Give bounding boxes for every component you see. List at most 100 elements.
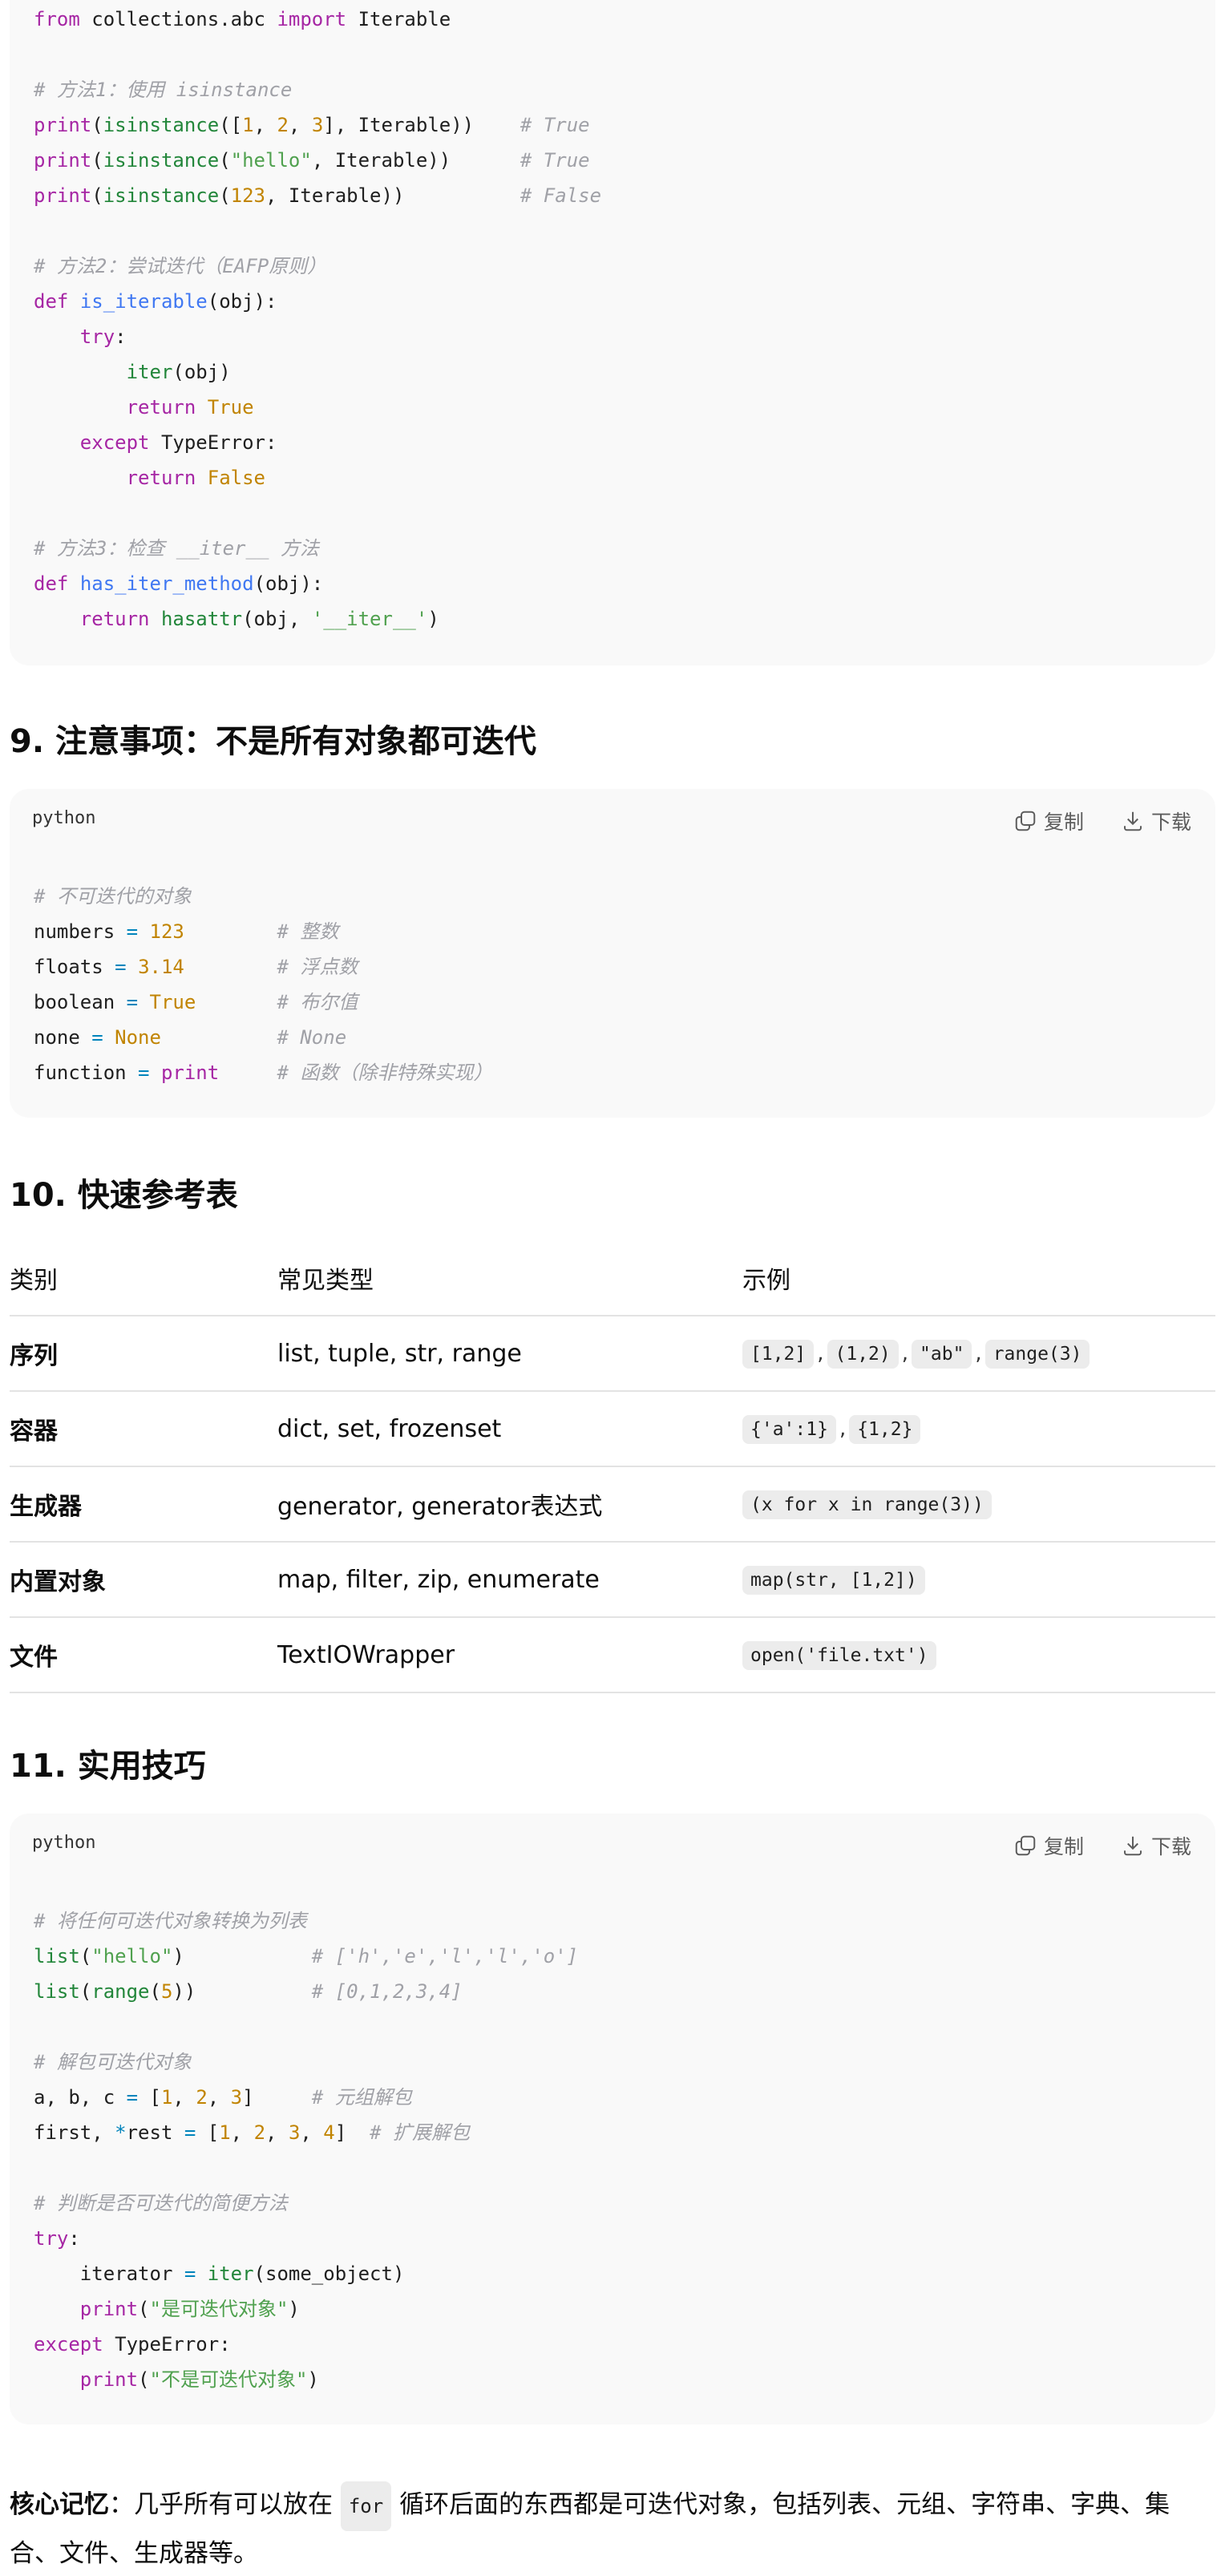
row-category: 文件 bbox=[10, 1617, 277, 1693]
tok: ( bbox=[91, 184, 103, 207]
tok: [ bbox=[138, 2086, 161, 2109]
comment: # 不可迭代的对象 bbox=[34, 885, 192, 908]
const: True bbox=[207, 396, 254, 419]
tok: ( bbox=[138, 2368, 150, 2391]
comment: # 布尔值 bbox=[277, 991, 358, 1013]
num: 3 bbox=[288, 2121, 301, 2144]
comment: # 将任何可迭代对象转换为列表 bbox=[34, 1910, 307, 1932]
row-example: [1,2], (1,2), "ab", range(3) bbox=[742, 1316, 1215, 1392]
tok bbox=[161, 1026, 277, 1049]
op: * bbox=[115, 2121, 127, 2144]
row-category: 容器 bbox=[10, 1391, 277, 1467]
kw: import bbox=[277, 8, 347, 30]
const: True bbox=[149, 991, 196, 1013]
inline-code: [1,2] bbox=[742, 1340, 815, 1369]
tok bbox=[196, 396, 207, 419]
inline-code: range(3) bbox=[984, 1340, 1090, 1369]
code-line: print(isinstance([1, 2, 3], Iterable)) #… bbox=[34, 107, 601, 143]
builtin: isinstance bbox=[103, 149, 220, 172]
comment: # 方法2：尝试迭代（EAFP原则） bbox=[34, 255, 327, 277]
download-icon bbox=[1124, 1836, 1142, 1856]
copy-button[interactable]: 复制 bbox=[1013, 1831, 1084, 1860]
column-header-types: 常见类型 bbox=[277, 1241, 742, 1316]
comment: # None bbox=[277, 1026, 347, 1049]
row-category: 序列 bbox=[10, 1316, 277, 1392]
tok bbox=[150, 608, 161, 630]
tok: ( bbox=[219, 149, 231, 172]
code-line: # 方法1：使用 isinstance bbox=[34, 72, 601, 107]
tok: , Iterable)) bbox=[265, 184, 520, 207]
download-button[interactable]: 下载 bbox=[1121, 807, 1191, 835]
builtin: hasattr bbox=[160, 608, 243, 630]
inline-code: (x for x in range(3)) bbox=[742, 1490, 992, 1519]
column-header-example: 示例 bbox=[742, 1241, 1215, 1316]
column-header-category: 类别 bbox=[10, 1241, 277, 1316]
kw: try bbox=[34, 2227, 69, 2250]
code-line: return False bbox=[34, 460, 601, 495]
builtin: iter bbox=[207, 2263, 254, 2285]
code-line: def is_iterable(obj): bbox=[34, 284, 601, 319]
num: 1 bbox=[219, 2121, 231, 2144]
table-row: 序列 list, tuple, str, range [1,2], (1,2), "… bbox=[10, 1316, 1215, 1392]
row-category: 内置对象 bbox=[10, 1542, 277, 1618]
code-line: numbers = 123 # 整数 bbox=[34, 914, 492, 949]
op: = bbox=[91, 1026, 103, 1049]
builtin: isinstance bbox=[103, 184, 220, 207]
kw: def bbox=[34, 290, 69, 313]
num: 2 bbox=[196, 2086, 208, 2109]
comment: # 方法3：检查 __iter__ 方法 bbox=[34, 537, 319, 560]
kw: print bbox=[34, 114, 92, 136]
tok: , bbox=[253, 114, 277, 136]
code-line: from collections.abc import Iterable bbox=[34, 2, 601, 37]
code-line: def has_iter_method(obj): bbox=[34, 566, 601, 601]
tok bbox=[196, 2263, 207, 2285]
code-line: return True bbox=[34, 390, 601, 425]
tok: ( bbox=[91, 114, 103, 136]
code-line: # 判断是否可迭代的简便方法 bbox=[34, 2186, 578, 2221]
tok: ) bbox=[288, 2298, 300, 2320]
tok: , bbox=[300, 2121, 324, 2144]
tok: ) bbox=[427, 608, 439, 630]
tok: ( bbox=[219, 184, 231, 207]
code-line: print("是可迭代对象") bbox=[34, 2291, 578, 2327]
code-line: # 解包可迭代对象 bbox=[34, 2044, 578, 2080]
tok bbox=[138, 920, 149, 943]
copy-icon bbox=[1015, 811, 1036, 831]
separator: , bbox=[975, 1341, 982, 1365]
core-memory-label: 核心记忆 bbox=[10, 2490, 109, 2519]
table-row: 文件 TextIOWrapper open('file.txt') bbox=[10, 1617, 1215, 1693]
const: False bbox=[207, 467, 265, 489]
code-block-tips: python 复制 下载 # 将任何可迭代对象转换为列表 list("hello"… bbox=[10, 1814, 1215, 2424]
heading-11: 11. 实用技巧 bbox=[10, 1748, 206, 1785]
tok: ) bbox=[172, 1945, 312, 1967]
code-line: # 方法3：检查 __iter__ 方法 bbox=[34, 531, 601, 566]
builtin: print bbox=[160, 1062, 220, 1084]
comment: # 扩展解包 bbox=[370, 2121, 471, 2144]
str: "hello" bbox=[230, 149, 312, 172]
code-line: try: bbox=[34, 2221, 578, 2256]
row-category: 生成器 bbox=[10, 1466, 277, 1543]
tok: iterator bbox=[34, 2263, 184, 2285]
code-content: # 将任何可迭代对象转换为列表 list("hello") # ['h','e',… bbox=[34, 1903, 578, 2397]
str: "不是可迭代对象" bbox=[149, 2368, 308, 2391]
tok bbox=[184, 956, 277, 978]
num: 3 bbox=[230, 2086, 243, 2109]
code-block-isinstance: from collections.abc import Iterable # 方法… bbox=[10, 0, 1215, 665]
table-row: 生成器 generator, generator表达式 (x for x in … bbox=[10, 1466, 1215, 1543]
copy-button[interactable]: 复制 bbox=[1013, 807, 1084, 835]
tok: , bbox=[265, 2121, 289, 2144]
code-header: python 复制 下载 bbox=[10, 1814, 1215, 1878]
num: 123 bbox=[230, 184, 266, 207]
builtin: isinstance bbox=[103, 114, 220, 136]
tok: , Iterable)) bbox=[311, 149, 520, 172]
tok: ( bbox=[79, 1945, 92, 1967]
code-line: except TypeError: bbox=[34, 425, 601, 460]
download-button[interactable]: 下载 bbox=[1121, 1831, 1191, 1860]
tok: ( bbox=[91, 149, 103, 172]
num: 1 bbox=[242, 114, 254, 136]
